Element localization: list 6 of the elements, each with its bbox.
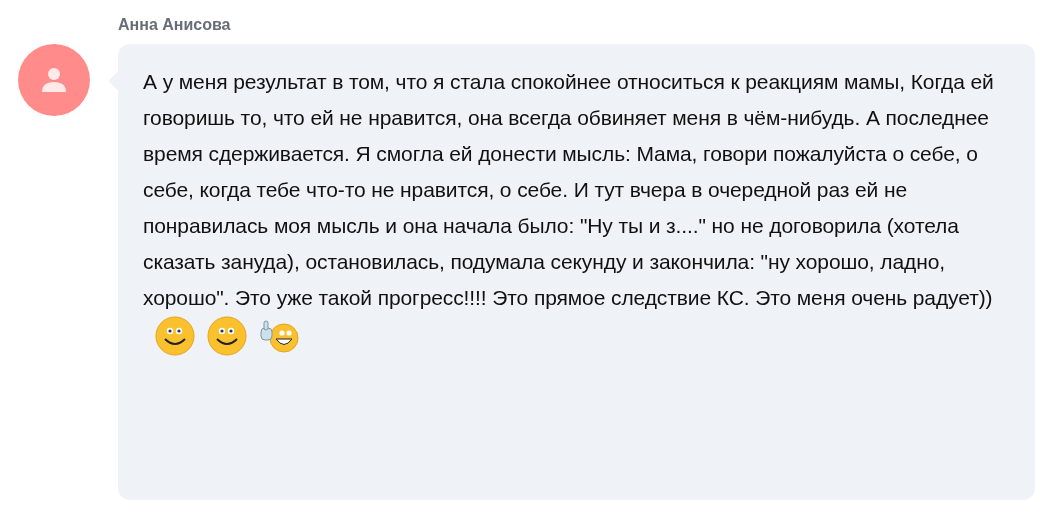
smiley-icon bbox=[207, 316, 247, 356]
user-icon bbox=[40, 66, 68, 94]
smiley-icon bbox=[155, 316, 195, 356]
thumbs-up-smiley-icon bbox=[259, 318, 299, 354]
message-text: А у меня результат в том, что я стала спокойнее относиться к реакциям мамы, Когда ей говоришь то, что ей не нравится, она всегда обвиняет меня в чём-нибудь. А последнее время сдерживается. Я смогла ей донести мысль: Мама, говори пожалуйста о себе, о себе, когда тебе что-то не нравится, о себе. И тут вчера в очередной раз ей не понравилась моя мысль и она начала было: "Ну ты и з...." но не договорила (хотела сказать зануда), остановилась, подумала секунду и закончила: "ну хорошо, ладно, хорошо". Это уже такой прогресс!!!! Это прямое следствие КС. Это меня очень радует)) bbox=[143, 64, 1005, 356]
author-name: Анна Анисова bbox=[118, 15, 232, 35]
